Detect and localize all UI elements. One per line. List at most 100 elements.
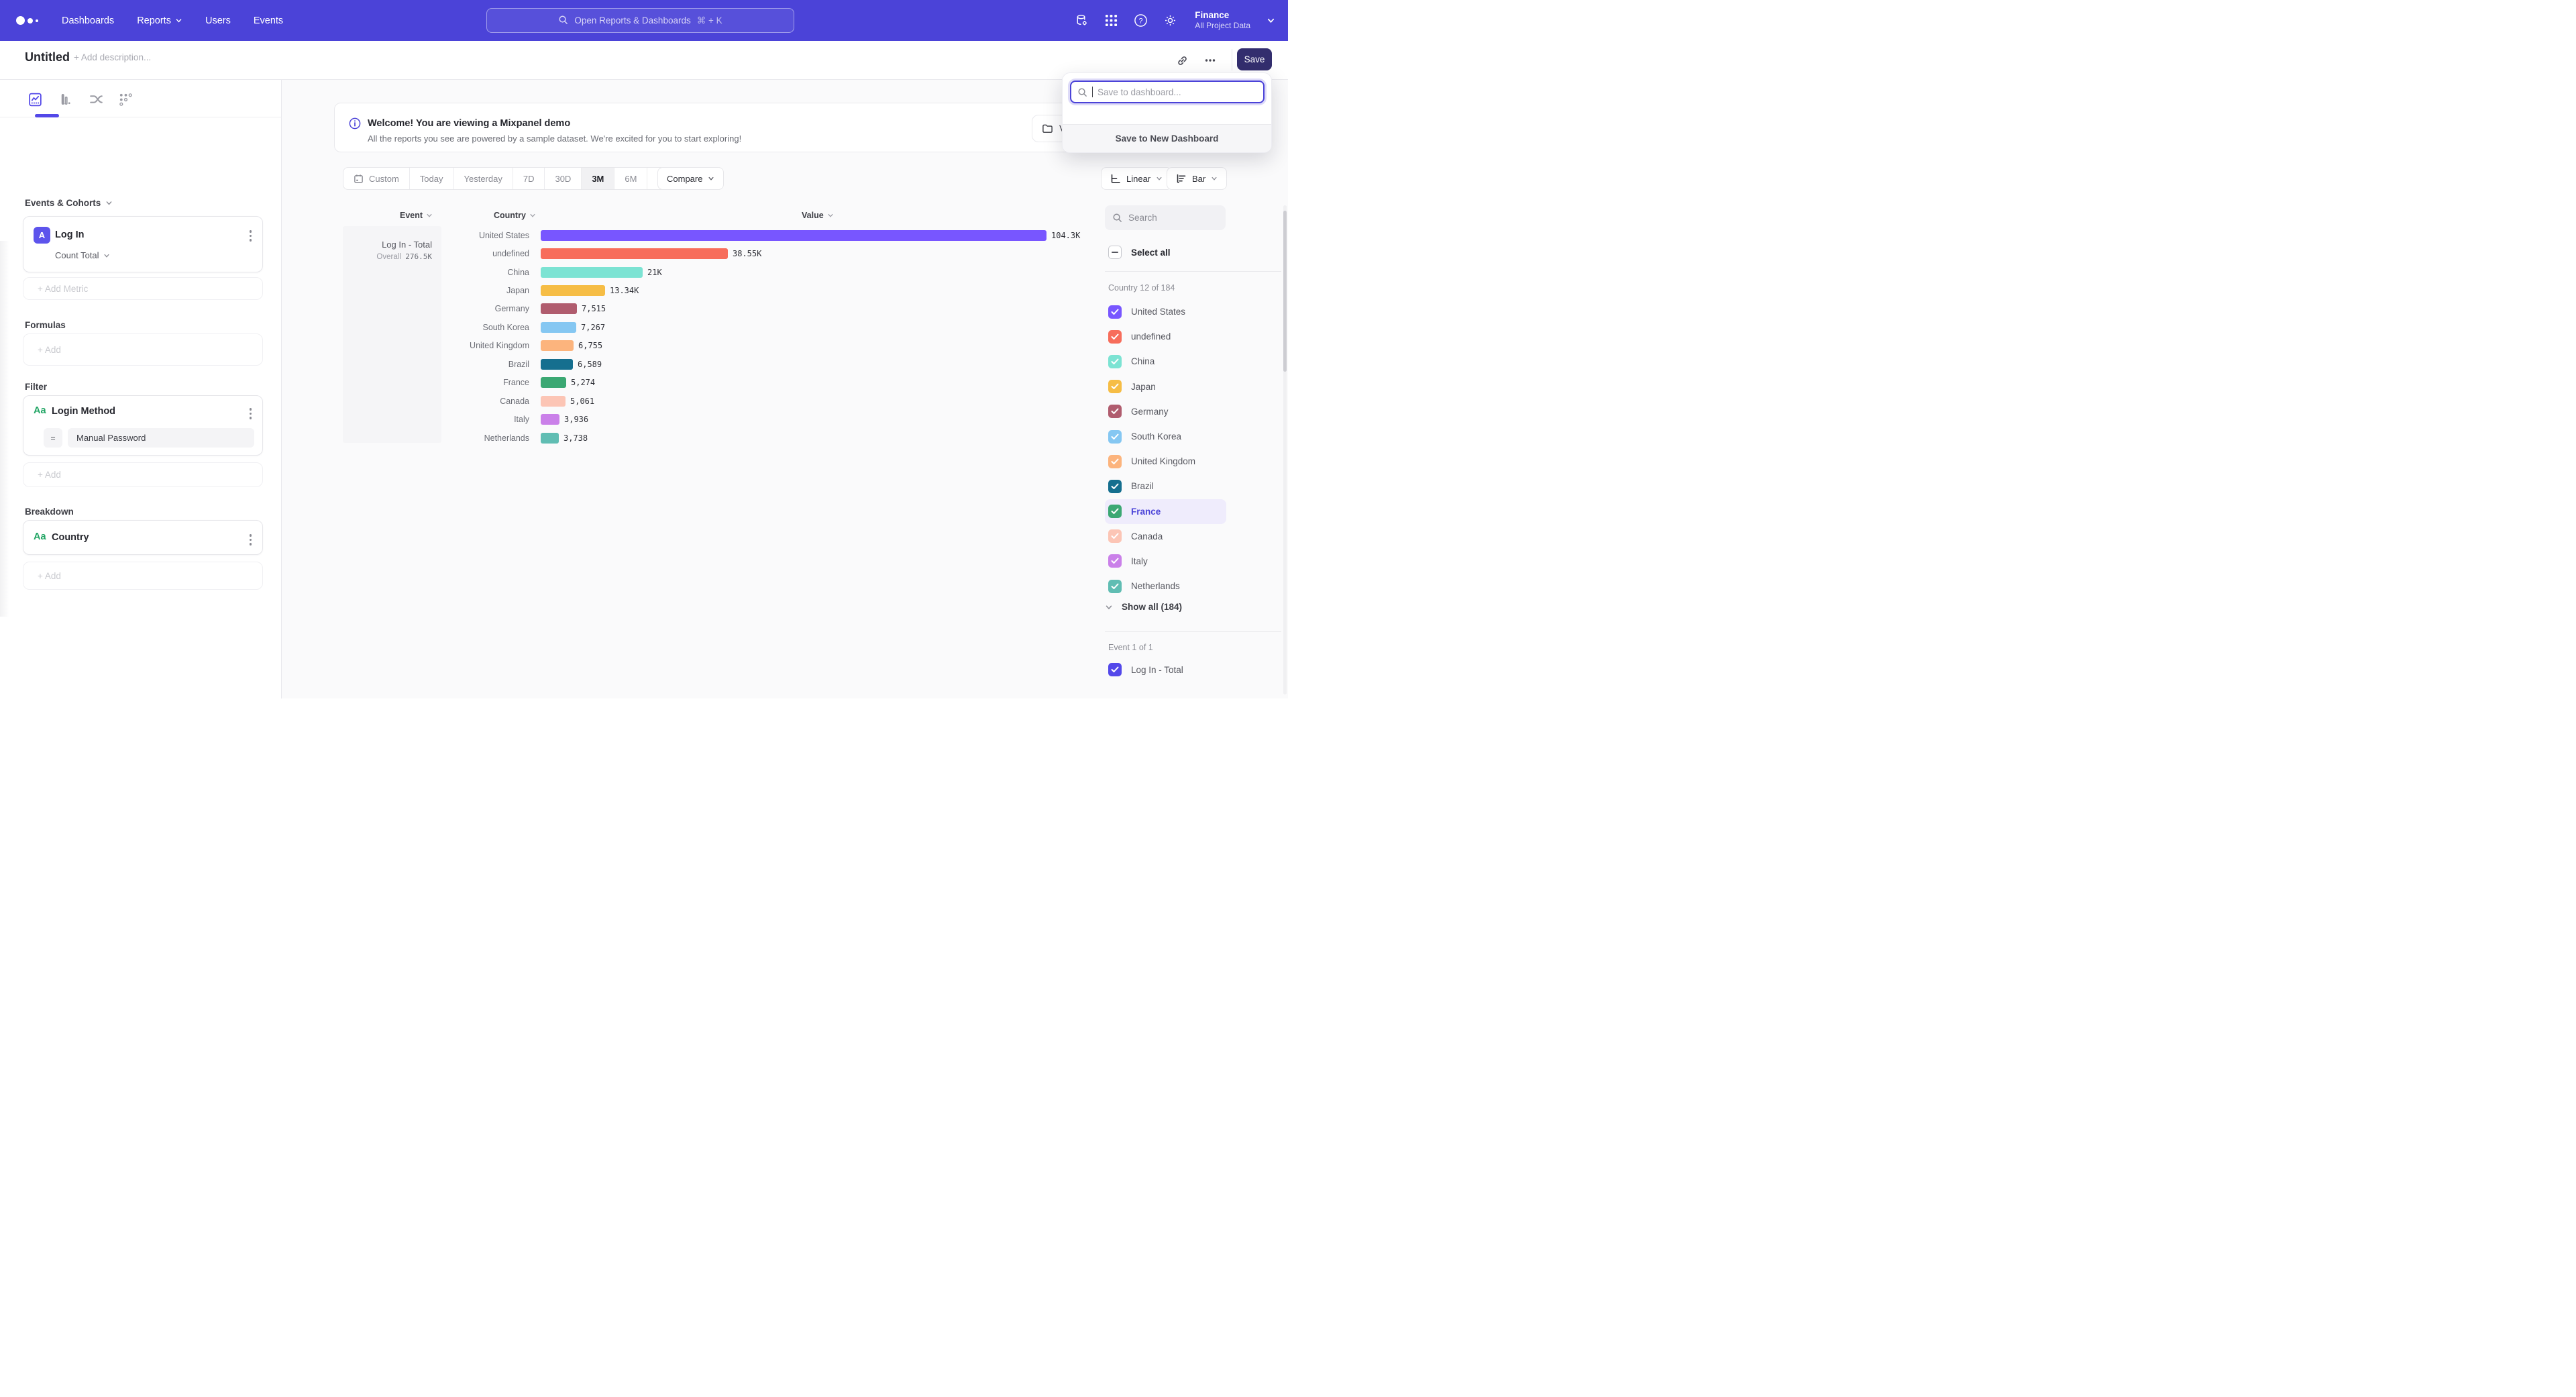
bar-segment[interactable] <box>541 377 566 388</box>
legend-row-japan[interactable]: Japan <box>1105 374 1226 399</box>
nav-item-events[interactable]: Events <box>254 15 283 26</box>
more-options-icon[interactable] <box>1201 52 1219 69</box>
legend-scrollbar-thumb[interactable] <box>1283 211 1287 372</box>
add-metric-button[interactable]: + Add Metric <box>23 277 263 300</box>
events-section-header[interactable]: Events & Cohorts <box>25 198 113 208</box>
apps-grid-icon[interactable] <box>1104 13 1118 28</box>
country-checkbox-checked[interactable] <box>1108 455 1122 468</box>
filter-property-name[interactable]: Login Method <box>52 406 115 417</box>
range-6m[interactable]: 6M <box>614 168 647 189</box>
legend-row-south-korea[interactable]: South Korea <box>1105 424 1226 449</box>
range-30d[interactable]: 30D <box>545 168 582 189</box>
report-title[interactable]: Untitled <box>25 50 70 64</box>
country-checkbox-checked[interactable] <box>1108 380 1122 393</box>
country-checkbox-checked[interactable] <box>1108 405 1122 418</box>
project-chevron-down-icon[interactable] <box>1265 13 1276 28</box>
legend-scrollbar[interactable] <box>1283 205 1287 694</box>
column-header-country[interactable]: Country <box>494 211 536 220</box>
legend-row-netherlands[interactable]: Netherlands <box>1105 574 1226 599</box>
legend-row-united-states[interactable]: United States <box>1105 299 1226 324</box>
column-header-value[interactable]: Value <box>802 211 834 220</box>
data-management-icon[interactable] <box>1074 13 1089 28</box>
filter-operator-chip[interactable]: = <box>44 428 62 448</box>
add-filter-button[interactable]: + Add <box>23 462 263 487</box>
add-breakdown-button[interactable]: + Add <box>23 562 263 590</box>
scale-dropdown[interactable]: Linear <box>1101 167 1172 190</box>
legend-row-undefined[interactable]: undefined <box>1105 324 1226 349</box>
metric-name[interactable]: Log In <box>55 229 85 240</box>
legend-row-china[interactable]: China <box>1105 349 1226 374</box>
mixpanel-logo-icon[interactable] <box>16 16 47 25</box>
event-legend-row[interactable]: Log In - Total <box>1108 663 1183 676</box>
check-icon <box>1111 508 1119 515</box>
range-7d[interactable]: 7D <box>513 168 545 189</box>
range-custom[interactable]: Custom <box>343 168 410 189</box>
event-checkbox-checked[interactable] <box>1108 663 1122 676</box>
breakdown-property-name[interactable]: Country <box>52 532 89 543</box>
help-icon[interactable]: ? <box>1133 13 1148 28</box>
country-checkbox-checked[interactable] <box>1108 430 1122 444</box>
filter-card[interactable]: Aa Login Method = Manual Password <box>23 395 263 456</box>
copy-link-icon[interactable] <box>1173 52 1191 69</box>
metric-card[interactable]: A Log In Count Total <box>23 216 263 272</box>
legend-row-brazil[interactable]: Brazil <box>1105 474 1226 499</box>
filter-options-icon[interactable] <box>247 405 255 422</box>
select-all-checkbox-indeterminate[interactable] <box>1108 246 1122 259</box>
tab-insights[interactable] <box>25 89 45 109</box>
tab-retention[interactable] <box>115 89 136 109</box>
bar-segment[interactable] <box>541 359 573 370</box>
add-formula-button[interactable]: + Add <box>23 333 263 366</box>
country-checkbox-checked[interactable] <box>1108 305 1122 319</box>
bar-segment[interactable] <box>541 340 574 351</box>
chart-type-dropdown[interactable]: Bar <box>1167 167 1227 190</box>
nav-item-users[interactable]: Users <box>205 15 231 26</box>
metric-aggregation-dropdown[interactable]: Count Total <box>55 250 110 260</box>
bar-segment[interactable] <box>541 230 1046 241</box>
legend-row-united-kingdom[interactable]: United Kingdom <box>1105 449 1226 474</box>
save-to-new-dashboard-button[interactable]: Save to New Dashboard <box>1063 124 1271 152</box>
project-switcher[interactable]: Finance All Project Data <box>1195 10 1250 32</box>
filter-value-field[interactable]: Manual Password <box>68 428 254 448</box>
tab-funnels[interactable] <box>56 89 76 109</box>
range-3m[interactable]: 3M <box>582 168 614 189</box>
bar-segment[interactable] <box>541 303 577 314</box>
range-yesterday[interactable]: Yesterday <box>454 168 513 189</box>
show-all-button[interactable]: Show all (184) <box>1105 602 1182 612</box>
add-description-button[interactable]: + Add description... <box>74 52 151 62</box>
legend-row-italy[interactable]: Italy <box>1105 549 1226 574</box>
country-checkbox-checked[interactable] <box>1108 580 1122 593</box>
nav-item-dashboards[interactable]: Dashboards <box>62 15 114 26</box>
settings-gear-icon[interactable] <box>1163 13 1177 28</box>
tab-flows[interactable] <box>86 89 106 109</box>
country-checkbox-checked[interactable] <box>1108 480 1122 493</box>
legend-row-germany[interactable]: Germany <box>1105 399 1226 424</box>
legend-row-canada[interactable]: Canada <box>1105 524 1226 549</box>
report-type-tabs <box>0 84 282 117</box>
save-dashboard-search-input[interactable]: Save to dashboard... <box>1070 81 1265 103</box>
event-series-cell[interactable]: Log In - Total Overall 276.5K <box>343 226 441 443</box>
bar-segment[interactable] <box>541 267 643 278</box>
legend-search-input[interactable]: Search <box>1105 205 1226 230</box>
save-button[interactable]: Save <box>1237 48 1272 70</box>
bar-segment[interactable] <box>541 322 576 333</box>
country-checkbox-checked[interactable] <box>1108 529 1122 543</box>
range-today[interactable]: Today <box>410 168 454 189</box>
compare-button[interactable]: Compare <box>657 167 724 190</box>
nav-item-reports[interactable]: Reports <box>137 15 182 26</box>
country-checkbox-checked[interactable] <box>1108 505 1122 518</box>
country-checkbox-checked[interactable] <box>1108 554 1122 568</box>
country-checkbox-checked[interactable] <box>1108 330 1122 344</box>
bar-segment[interactable] <box>541 396 566 407</box>
select-all-row[interactable]: Select all <box>1108 246 1171 259</box>
bar-segment[interactable] <box>541 414 559 425</box>
bar-segment[interactable] <box>541 248 728 259</box>
global-search-button[interactable]: Open Reports & Dashboards ⌘ + K <box>486 8 794 33</box>
breakdown-card[interactable]: Aa Country <box>23 520 263 555</box>
breakdown-options-icon[interactable] <box>247 531 255 548</box>
bar-segment[interactable] <box>541 285 605 296</box>
metric-options-icon[interactable] <box>247 227 255 244</box>
bar-segment[interactable] <box>541 433 559 444</box>
legend-row-france[interactable]: France <box>1105 499 1226 524</box>
column-header-event[interactable]: Event <box>400 211 433 220</box>
country-checkbox-checked[interactable] <box>1108 355 1122 368</box>
